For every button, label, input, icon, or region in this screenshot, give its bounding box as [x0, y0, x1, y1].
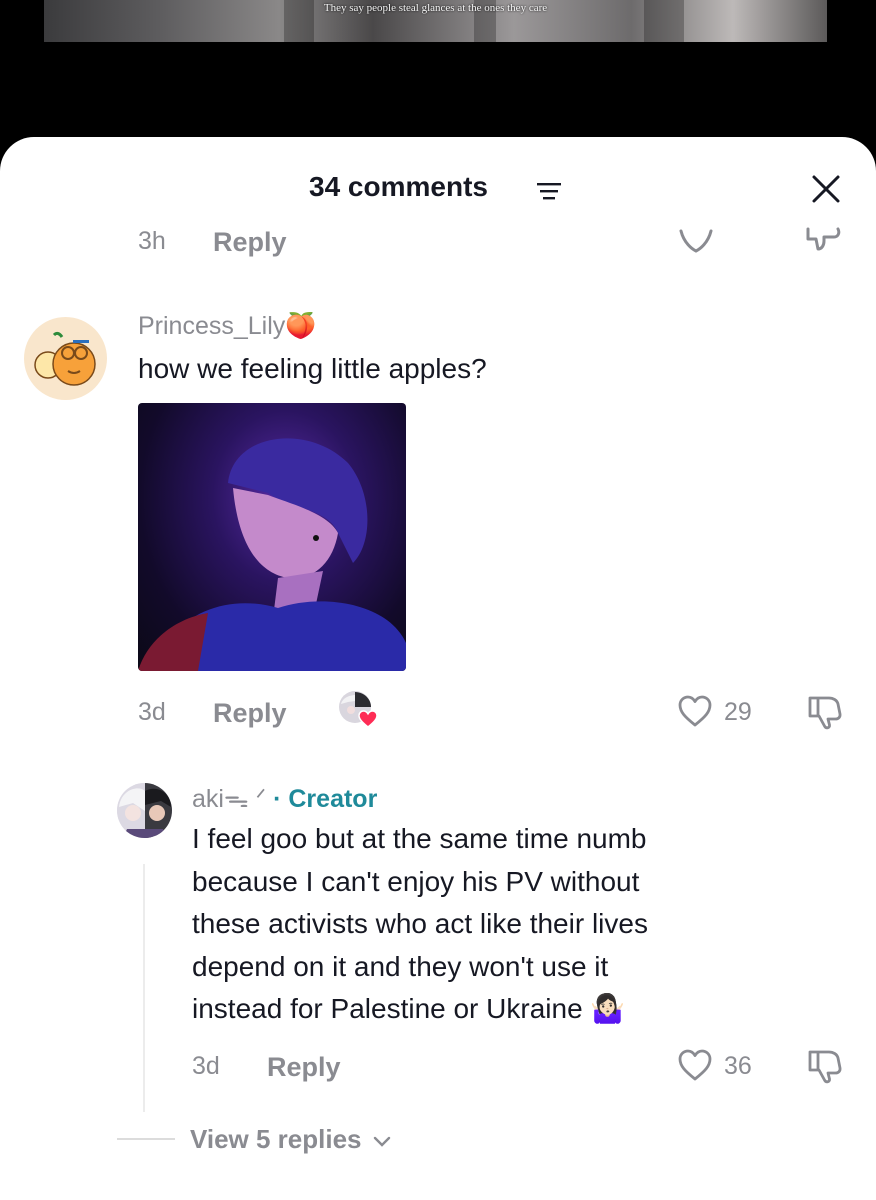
heart-filled-icon: [358, 710, 378, 728]
heart-outline-icon[interactable]: [677, 694, 713, 728]
username-text[interactable]: aki: [192, 785, 224, 813]
reply-button[interactable]: Reply: [267, 1052, 341, 1083]
view-replies-button[interactable]: View 5 replies: [190, 1124, 391, 1155]
reply-username[interactable]: akiᯓ ᐟ · Creator: [192, 781, 377, 815]
comment-time: 3h: [138, 227, 166, 255]
reply-text: I feel goo but at the same time numb bec…: [192, 818, 648, 1031]
creator-liked-badge: [338, 690, 378, 730]
dislike-icon[interactable]: [804, 225, 844, 255]
close-icon[interactable]: [808, 171, 844, 207]
username-decoration: ᯓ ᐟ: [223, 785, 267, 813]
thread-line: [143, 864, 145, 1112]
comment-username[interactable]: Princess_Lily🍑: [138, 312, 316, 341]
comment-text: how we feeling little apples?: [138, 353, 487, 384]
video-caption: They say people steal glances at the one…: [323, 2, 548, 14]
reply-text-line: instead for Palestine or Ukraine 🤷🏻‍♀️: [192, 993, 626, 1024]
comment-time: 3d: [138, 698, 166, 726]
dislike-icon[interactable]: [805, 1048, 845, 1084]
comments-title: 34 comments: [309, 171, 488, 202]
peach-emoji-icon: 🍑: [285, 312, 317, 340]
comments-header: 34 comments: [0, 165, 876, 209]
reply-button[interactable]: Reply: [213, 698, 287, 729]
dislike-icon[interactable]: [805, 694, 845, 730]
reply-text-line: depend on it and they won't use it: [192, 950, 609, 982]
like-count: 36: [724, 1052, 752, 1080]
heart-outline-icon[interactable]: [677, 1048, 713, 1082]
cartoon-orange-avatar-icon[interactable]: [24, 317, 107, 400]
creator-avatar-icon: [117, 783, 172, 838]
reply-text-line: I feel goo but at the same time numb: [192, 823, 647, 854]
heart-icon[interactable]: [678, 225, 714, 255]
comments-sheet: 34 comments 3h Reply Princess_Lily🍑 how …: [0, 137, 876, 1200]
view-replies-label[interactable]: View 5 replies: [190, 1124, 362, 1154]
video-frame: They say people steal glances at the one…: [44, 0, 827, 42]
chevron-down-icon: [373, 1136, 390, 1147]
reply-text-line: these activists who act like their lives: [192, 908, 648, 939]
video-player[interactable]: They say people steal glances at the one…: [0, 0, 876, 160]
reply-text-line: because I can't enjoy his PV without: [192, 865, 640, 897]
reply-button[interactable]: Reply: [213, 227, 287, 258]
reply-time: 3d: [192, 1052, 220, 1080]
filter-icon[interactable]: [537, 181, 561, 201]
creator-avatar[interactable]: [117, 783, 172, 838]
like-count: 29: [724, 698, 752, 726]
username-text[interactable]: Princess_Lily: [138, 312, 285, 340]
creator-badge: · Creator: [273, 785, 378, 813]
photo-attachment-icon[interactable]: [138, 403, 406, 671]
view-replies-divider: [117, 1138, 175, 1140]
